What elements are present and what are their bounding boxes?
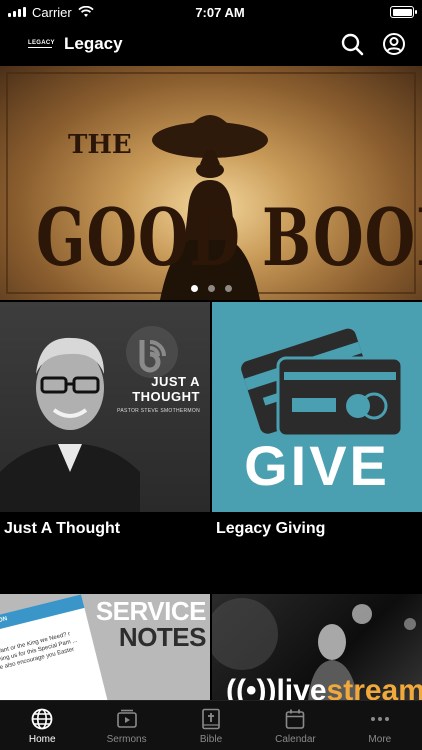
thought-image-title: JUST A THOUGHT — [132, 374, 200, 404]
legacy-giving-tile[interactable]: GIVE — [212, 302, 422, 512]
tile-label-legacy-giving[interactable]: Legacy Giving — [216, 520, 325, 538]
tab-label: Home — [28, 734, 56, 745]
tab-label: More — [368, 734, 392, 745]
status-left: Carrier — [8, 5, 158, 20]
phone-mockup: SERMON e Want or the King we Need? r joi… — [0, 594, 108, 700]
page-dot[interactable] — [190, 285, 198, 292]
tab-label: Sermons — [106, 734, 147, 745]
page-title: Legacy — [64, 34, 123, 53]
live-text-a: ((•))live — [226, 674, 327, 700]
page-dot[interactable] — [207, 285, 215, 292]
tab-bar: Home Sermons Bible Calendar More — [0, 700, 422, 750]
thought-title-line: THOUGHT — [132, 389, 200, 404]
tile-label-just-a-thought[interactable]: Just A Thought — [4, 520, 120, 538]
phone-header: SERMON — [0, 616, 8, 629]
tab-sermons[interactable]: Sermons — [84, 701, 168, 750]
more-icon — [370, 717, 389, 721]
live-text-b: stream — [326, 674, 422, 700]
phone-text: e Want or the King we Need? r joining us… — [0, 631, 78, 673]
calendar-icon — [286, 709, 305, 729]
notes-title-line: NOTES — [118, 622, 207, 652]
tab-calendar[interactable]: Calendar — [253, 701, 337, 750]
signal-icon — [8, 7, 26, 17]
service-notes-image-title: SERVICE NOTES — [95, 596, 207, 652]
thought-image-subtitle: PASTOR STEVE SMOTHERMON — [117, 408, 200, 414]
battery-icon — [390, 6, 417, 18]
tab-home[interactable]: Home — [0, 701, 84, 750]
hero-banner[interactable]: THE GOOD BOOK — [0, 66, 422, 300]
status-bar: Carrier 7:07 AM — [0, 0, 422, 24]
status-time: 7:07 AM — [195, 4, 245, 20]
just-a-thought-tile[interactable]: JUST A THOUGHT PASTOR STEVE SMOTHERMON — [0, 302, 210, 512]
livestream-tile[interactable]: ((•))livestream — [212, 594, 422, 700]
service-notes-tile[interactable]: SERMON e Want or the King we Need? r joi… — [0, 594, 210, 700]
livestream-image-text: ((•))livestream — [226, 674, 422, 700]
tab-more[interactable]: More — [338, 701, 422, 750]
bible-icon — [202, 708, 220, 730]
page-dot[interactable] — [224, 285, 232, 292]
play-icon — [116, 709, 137, 728]
search-icon[interactable] — [340, 32, 364, 56]
legacy-logo: LEGACY — [28, 40, 55, 48]
notes-title-line: SERVICE — [95, 596, 207, 626]
wifi-icon — [78, 6, 94, 17]
hero-title-the: THE — [68, 130, 132, 160]
nav-bar: LEGACY Legacy — [0, 24, 422, 64]
hero-title-good: GOOD — [36, 192, 241, 284]
give-image-text: GIVE — [244, 434, 390, 497]
credit-cards-icon — [241, 328, 404, 438]
thought-title-line: JUST A — [151, 374, 200, 389]
carrier-label: Carrier — [32, 4, 72, 20]
tab-bible[interactable]: Bible — [169, 701, 253, 750]
tab-label: Bible — [199, 734, 223, 745]
account-icon[interactable] — [382, 32, 406, 56]
pastor-photo — [0, 337, 140, 512]
hero-title-book: BOOK — [262, 192, 422, 284]
tab-label: Calendar — [275, 734, 316, 745]
globe-icon — [31, 708, 53, 730]
page-indicator[interactable] — [0, 285, 422, 292]
